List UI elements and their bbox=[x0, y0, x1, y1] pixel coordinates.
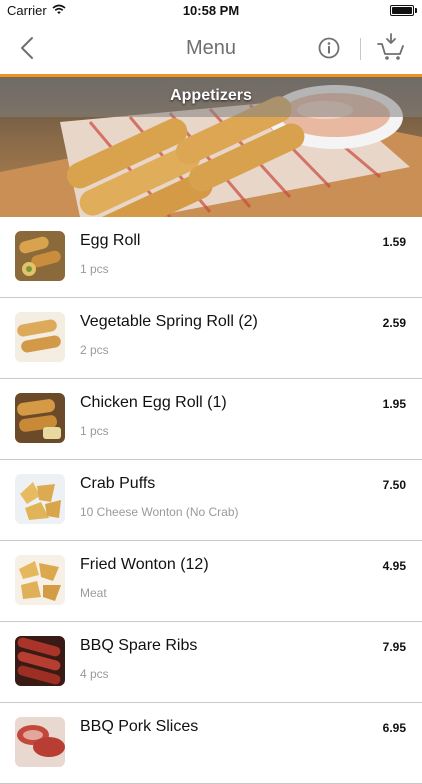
item-price: 1.95 bbox=[382, 397, 406, 411]
battery-tip bbox=[415, 8, 417, 13]
item-description: 1 pcs bbox=[80, 424, 109, 438]
menu-item-vegetable-spring-roll[interactable]: Vegetable Spring Roll (2) 2 pcs 2.59 bbox=[0, 298, 422, 379]
item-thumbnail bbox=[15, 717, 65, 767]
item-price: 1.59 bbox=[382, 235, 406, 249]
item-price: 6.95 bbox=[382, 721, 406, 735]
item-name: Vegetable Spring Roll (2) bbox=[80, 313, 258, 330]
nav-divider bbox=[360, 38, 361, 60]
item-thumbnail bbox=[15, 474, 65, 524]
item-description: Meat bbox=[80, 586, 107, 600]
item-thumbnail bbox=[15, 231, 65, 281]
clock: 10:58 PM bbox=[182, 3, 240, 18]
navigation-bar: Menu bbox=[0, 22, 422, 77]
item-thumbnail bbox=[15, 393, 65, 443]
status-bar: Carrier 10:58 PM bbox=[0, 0, 422, 22]
info-icon bbox=[318, 37, 340, 59]
item-description: 4 pcs bbox=[80, 667, 109, 681]
menu-item-chicken-egg-roll[interactable]: Chicken Egg Roll (1) 1 pcs 1.95 bbox=[0, 379, 422, 460]
battery-icon bbox=[390, 5, 414, 16]
item-thumbnail bbox=[15, 636, 65, 686]
item-price: 4.95 bbox=[382, 559, 406, 573]
category-title: Appetizers bbox=[170, 87, 252, 104]
item-name: Egg Roll bbox=[80, 232, 141, 249]
menu-item-egg-roll[interactable]: Egg Roll 1 pcs 1.59 bbox=[0, 217, 422, 298]
item-price: 2.59 bbox=[382, 316, 406, 330]
cart-add-icon bbox=[377, 33, 404, 60]
item-thumbnail bbox=[15, 555, 65, 605]
menu-item-bbq-pork-slices[interactable]: BBQ Pork Slices 6.95 bbox=[0, 703, 422, 784]
item-description: 1 pcs bbox=[80, 262, 109, 276]
item-name: Fried Wonton (12) bbox=[80, 556, 209, 573]
cart-button[interactable] bbox=[377, 32, 405, 62]
menu-list: Egg Roll 1 pcs 1.59 Vegetable Spring Rol… bbox=[0, 217, 422, 784]
item-name: BBQ Pork Slices bbox=[80, 718, 199, 735]
item-description: 2 pcs bbox=[80, 343, 109, 357]
item-price: 7.50 bbox=[382, 478, 406, 492]
item-price: 7.95 bbox=[382, 640, 406, 654]
item-name: BBQ Spare Ribs bbox=[80, 637, 198, 654]
item-description: 10 Cheese Wonton (No Crab) bbox=[80, 505, 239, 519]
item-thumbnail bbox=[15, 312, 65, 362]
item-name: Crab Puffs bbox=[80, 475, 156, 492]
menu-item-fried-wonton[interactable]: Fried Wonton (12) Meat 4.95 bbox=[0, 541, 422, 622]
category-banner: Appetizers bbox=[0, 77, 422, 217]
menu-item-crab-puffs[interactable]: Crab Puffs 10 Cheese Wonton (No Crab) 7.… bbox=[0, 460, 422, 541]
page-title: Menu bbox=[185, 37, 237, 59]
menu-item-bbq-spare-ribs[interactable]: BBQ Spare Ribs 4 pcs 7.95 bbox=[0, 622, 422, 703]
info-button[interactable] bbox=[318, 37, 340, 59]
item-name: Chicken Egg Roll (1) bbox=[80, 394, 227, 411]
